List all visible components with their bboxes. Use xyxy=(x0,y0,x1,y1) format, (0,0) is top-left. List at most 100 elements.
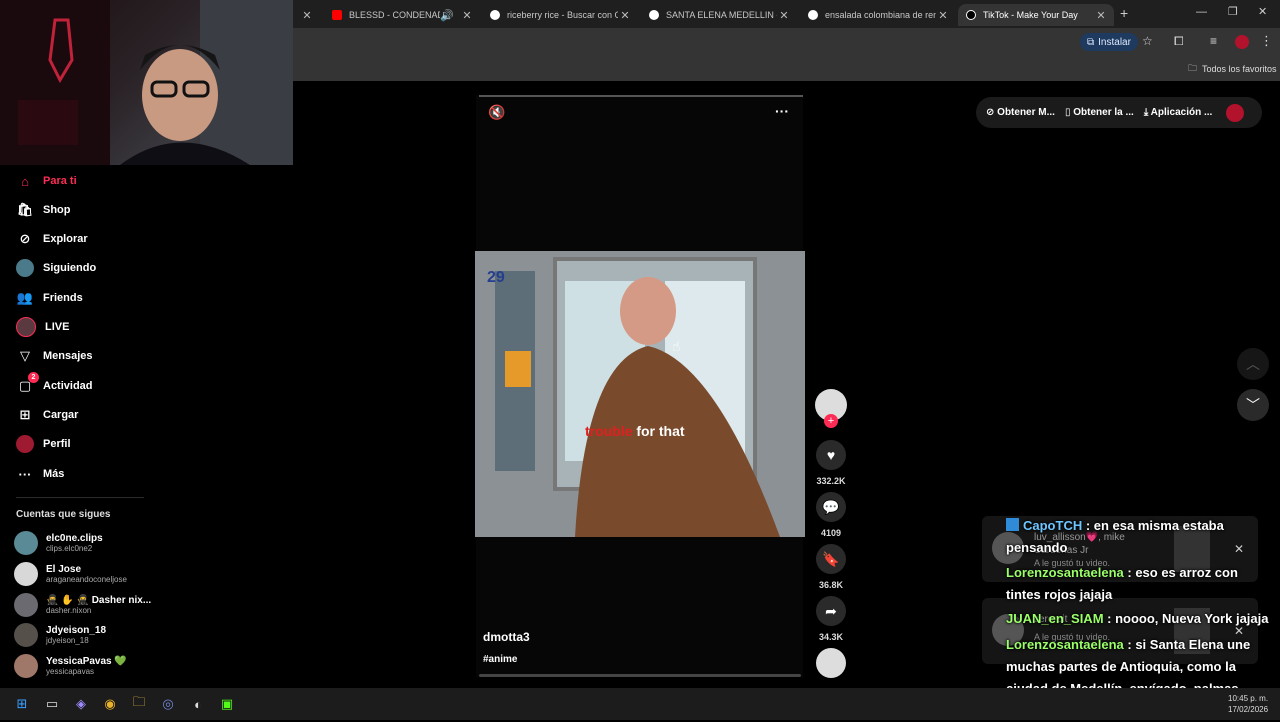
bookmark-icon: 🔖 xyxy=(822,550,840,567)
folder-icon: 🗀 xyxy=(1188,63,1198,73)
following-item[interactable]: El Jose araganeandoconeljose xyxy=(14,559,127,589)
avatar xyxy=(14,654,38,678)
nav-actividad[interactable]: ▢ 2 Actividad xyxy=(16,372,93,400)
close-icon[interactable]: ✕ xyxy=(618,9,632,22)
scroll-up-button[interactable]: ︿ xyxy=(1237,348,1269,380)
restore-icon[interactable]: ❐ xyxy=(1228,5,1238,18)
install-button[interactable]: ⧉ Instalar xyxy=(1080,33,1138,51)
youtube-icon xyxy=(332,10,342,20)
following-name: 🥷 ✋ 🥷 Dasher nix... xyxy=(46,594,152,606)
live-avatar-icon xyxy=(16,317,36,337)
nav-live[interactable]: LIVE xyxy=(16,313,69,341)
close-icon[interactable]: ✕ xyxy=(936,9,950,22)
nav-label: Shop xyxy=(43,204,71,216)
music-disc-avatar[interactable] xyxy=(816,648,846,678)
file-explorer-icon[interactable]: 🗀 xyxy=(129,694,149,714)
get-coins-button[interactable]: ⊘ Obtener M... xyxy=(986,107,1055,118)
nav-mas[interactable]: ··· Más xyxy=(16,460,65,488)
nav-perfil[interactable]: Perfil xyxy=(16,430,71,458)
google-icon xyxy=(808,10,818,20)
avatar xyxy=(14,623,38,647)
tab-2[interactable]: SANTA ELENA MEDELLIN - Busc ✕ xyxy=(641,4,797,26)
video-hashtag[interactable]: #anime xyxy=(483,654,517,665)
following-name: Jdyeison_18 xyxy=(46,624,107,636)
comment-button[interactable]: 💬 xyxy=(816,492,846,522)
chat-user: JUAN_en_SIAM xyxy=(1006,611,1104,626)
kick-app-icon[interactable]: ▣ xyxy=(217,694,237,714)
notification-badge: 2 xyxy=(28,372,39,383)
tab-1[interactable]: riceberry rice - Buscar con Goo ✕ xyxy=(482,4,638,26)
nav-para-ti[interactable]: ⌂ Para ti xyxy=(16,167,77,195)
chat-text: : noooo, Nueva York jajaja xyxy=(1103,611,1269,626)
tab-title: BLESSD - CONDENADO AL xyxy=(349,10,440,20)
like-button[interactable]: ♥ xyxy=(816,440,846,470)
like-count: 332.2K xyxy=(816,476,846,486)
profile-avatar-icon xyxy=(16,435,34,453)
discord-icon[interactable]: ◎ xyxy=(158,694,178,714)
nav-shop[interactable]: 🛍 Shop xyxy=(16,196,71,224)
scroll-down-button[interactable]: ﹀ xyxy=(1237,389,1269,421)
nav-friends[interactable]: 👥 Friends xyxy=(16,284,83,312)
following-title: Cuentas que sigues xyxy=(16,509,111,520)
nav-label: Siguiendo xyxy=(43,262,97,274)
tab-0[interactable]: BLESSD - CONDENADO AL 🔊 ✕ xyxy=(324,4,480,26)
following-item[interactable]: Jdyeison_18 jdyeison_18 xyxy=(14,620,106,650)
chrome-icon[interactable]: ◉ xyxy=(100,694,120,714)
bookmark-star-icon[interactable]: ☆ xyxy=(1142,34,1153,48)
top-right-actions: ⊘ Obtener M... ▯ Obtener la ... ⤓ Aplica… xyxy=(976,97,1262,128)
mute-icon[interactable]: 🔇 xyxy=(488,104,505,121)
video-progress-bar[interactable] xyxy=(479,674,801,677)
tab-title: ensalada colombiana de remol xyxy=(825,10,936,20)
following-item[interactable]: 🥷 ✋ 🥷 Dasher nix... dasher.nixon xyxy=(14,590,151,620)
close-icon: ✕ xyxy=(302,9,312,22)
tiktok-icon xyxy=(966,10,976,20)
system-clock[interactable]: 10:45 p. m. 17/02/2026 xyxy=(1228,693,1268,715)
nav-explorar[interactable]: ⊘ Explorar xyxy=(16,225,88,253)
more-options-icon[interactable]: ··· xyxy=(775,103,789,119)
get-app-label: Obtener la ... xyxy=(1073,107,1134,118)
nav-cargar[interactable]: ⊞ Cargar xyxy=(16,401,79,429)
tab-3[interactable]: ensalada colombiana de remol ✕ xyxy=(800,4,956,26)
close-icon[interactable]: ✕ xyxy=(460,9,474,22)
save-button[interactable]: 🔖 xyxy=(816,544,846,574)
chat-badge-icon xyxy=(1006,518,1019,531)
window-close-icon[interactable]: ✕ xyxy=(1258,5,1267,18)
video-author[interactable]: dmotta3 xyxy=(483,630,530,644)
profile-avatar[interactable] xyxy=(1226,103,1245,122)
minimize-icon[interactable]: — xyxy=(1196,6,1207,18)
clock-time: 10:45 p. m. xyxy=(1228,694,1269,703)
cursor-hand-icon: ☝ xyxy=(672,338,681,354)
sidebar-divider xyxy=(16,497,144,498)
following-handle: clips.elc0ne2 xyxy=(46,543,93,553)
task-view-icon[interactable]: ▭ xyxy=(42,694,62,714)
app-download-button[interactable]: ⤓ Aplicación ... xyxy=(1144,107,1213,118)
tab-title: riceberry rice - Buscar con Goo xyxy=(507,10,618,20)
tab-close-prev[interactable]: ✕ xyxy=(300,4,322,26)
caption-white: for that xyxy=(636,423,685,439)
all-bookmarks-button[interactable]: 🗀 Todos los favoritos xyxy=(1188,61,1277,77)
following-name: elc0ne.clips xyxy=(46,532,103,544)
video-caption: trouble for that xyxy=(585,423,685,439)
speaker-icon[interactable]: 🔊 xyxy=(440,9,454,22)
get-app-button[interactable]: ▯ Obtener la ... xyxy=(1065,107,1134,118)
close-icon[interactable]: ✕ xyxy=(1094,9,1108,22)
nav-siguiendo[interactable]: Siguiendo xyxy=(16,254,96,282)
tab-4[interactable]: TikTok - Make Your Day ✕ xyxy=(958,4,1114,26)
following-item[interactable]: YessicaPavas 💚 yessicapavas xyxy=(14,651,127,681)
nav-mensajes[interactable]: ▽ Mensajes xyxy=(16,342,93,370)
app-icon[interactable]: ◐ xyxy=(188,694,208,714)
media-control-icon[interactable]: ≡ xyxy=(1210,34,1217,48)
following-item[interactable]: elc0ne.clips clips.elc0ne2 xyxy=(14,528,103,558)
video-frame: 29 trouble for that xyxy=(475,251,805,537)
nav-label: Perfil xyxy=(43,438,71,450)
cast-icon[interactable]: ⧠ xyxy=(1174,34,1184,49)
follow-plus-icon[interactable]: + xyxy=(824,414,838,428)
profile-avatar[interactable] xyxy=(1235,35,1249,49)
close-icon[interactable]: ✕ xyxy=(777,9,791,22)
new-tab-button[interactable]: + xyxy=(1120,5,1128,21)
tab-title: SANTA ELENA MEDELLIN - Busc xyxy=(666,10,777,20)
menu-dots-icon[interactable]: ⋮ xyxy=(1260,33,1273,49)
vpn-app-icon[interactable]: ◈ xyxy=(71,694,91,714)
windows-start-icon[interactable]: ⊞ xyxy=(12,694,32,714)
share-button[interactable]: ➦ xyxy=(816,596,846,626)
